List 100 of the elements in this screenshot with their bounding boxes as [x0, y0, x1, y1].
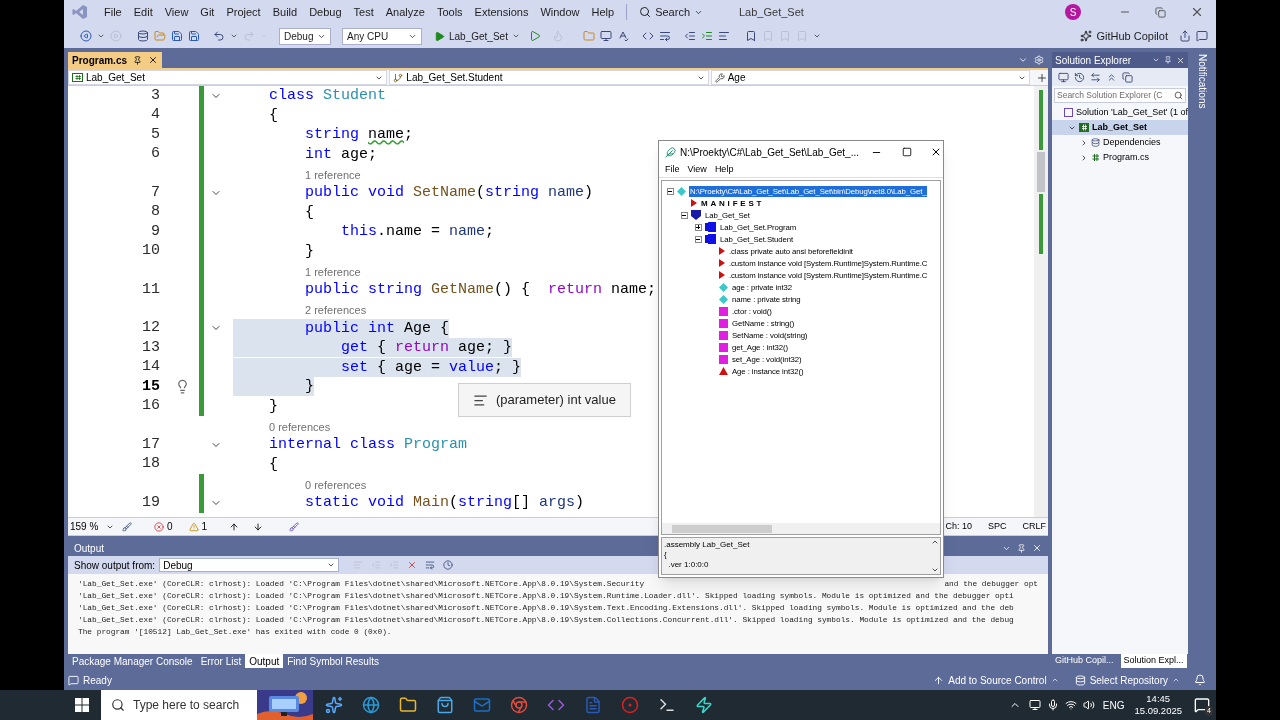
navigation-dropdown[interactable]: Age [710, 70, 1030, 85]
source-dropdown[interactable]: Debug [159, 558, 340, 572]
code-icon[interactable] [641, 30, 654, 42]
save-all-icon[interactable] [188, 30, 200, 42]
collapse-box-icon[interactable] [666, 187, 674, 195]
menu-item[interactable]: Window [534, 2, 586, 22]
zoom-dropdown[interactable]: 159 % [70, 519, 114, 534]
tree-item[interactable]: Dependencies [1052, 135, 1188, 150]
configuration-dropdown[interactable]: Debug [279, 27, 331, 45]
menu-item[interactable]: Project [220, 2, 267, 22]
tree-item[interactable]: Solution 'Lab_Get_Set' (1 of [1052, 105, 1188, 120]
collapse-all-icon[interactable] [1106, 71, 1117, 83]
mail-app-icon[interactable] [473, 696, 491, 714]
scroll-down-icon[interactable] [931, 566, 939, 574]
brush-icon[interactable] [122, 521, 132, 532]
user-avatar[interactable]: S [1065, 4, 1081, 20]
clear-icon[interactable] [407, 560, 418, 570]
tree-item[interactable]: Program.cs [1052, 150, 1188, 165]
search-field[interactable]: Type here to search [101, 690, 313, 720]
caret-icon[interactable] [1152, 56, 1160, 64]
save-icon[interactable] [171, 30, 183, 42]
reference-count-link[interactable]: 0 references [269, 420, 331, 433]
browser-icon[interactable] [510, 696, 528, 714]
navigation-dropdown[interactable]: Lab_Get_Set.Student [389, 70, 709, 85]
line-ending[interactable]: CRLF [1022, 519, 1046, 534]
lightbulb-icon[interactable] [175, 379, 190, 395]
tree-item[interactable]: MANIFEST [700, 197, 766, 209]
pin-icon[interactable] [1164, 56, 1172, 64]
undo-icon[interactable] [213, 30, 225, 42]
language-indicator[interactable]: ENG [1102, 697, 1125, 713]
collapse-box-icon[interactable] [694, 235, 702, 243]
reference-count-link[interactable]: 1 reference [305, 168, 361, 181]
menu-item[interactable]: Help [710, 163, 738, 177]
terminal-icon[interactable] [658, 696, 676, 714]
menu-item[interactable]: File [98, 2, 128, 22]
arrow-up-icon[interactable] [229, 521, 240, 532]
search-button[interactable]: Search [633, 2, 709, 22]
repository-button[interactable]: Select Repository [1074, 672, 1180, 688]
clock-icon[interactable] [443, 560, 454, 570]
menu-item[interactable]: File [661, 163, 684, 177]
arrow-down-icon[interactable] [253, 521, 264, 532]
menu-item[interactable]: Build [266, 2, 304, 22]
lightning-icon[interactable] [695, 696, 713, 714]
sparkle-app-icon[interactable] [325, 696, 343, 714]
back-icon[interactable] [80, 30, 92, 42]
panel-tab[interactable]: Output [245, 654, 284, 668]
settings-icon[interactable] [1034, 55, 1044, 65]
start-button[interactable]: Lab_Get_Set [430, 27, 524, 45]
panel-tab[interactable]: Solution Expl... [1120, 654, 1187, 668]
sync-icon[interactable] [1090, 71, 1101, 83]
errors-indicator[interactable]: 0 [154, 519, 173, 534]
network-icon[interactable] [1064, 699, 1077, 711]
close-icon[interactable] [930, 146, 942, 158]
volume-icon[interactable] [1082, 699, 1095, 711]
platform-dropdown[interactable]: Any CPU [342, 27, 422, 45]
notifications-bell-icon[interactable] [1194, 674, 1206, 686]
panel-tab[interactable]: Package Manager Console [68, 654, 197, 668]
browser-icon[interactable] [362, 696, 380, 714]
search-field[interactable]: Search Solution Explorer (C [1054, 88, 1186, 103]
warnings-indicator[interactable]: 1 [188, 519, 208, 534]
feedback-icon[interactable] [1196, 30, 1208, 42]
cursor-column[interactable]: Ch: 10 [945, 519, 972, 534]
source-control-button[interactable]: Add to Source Control [933, 672, 1059, 688]
reference-count-link[interactable]: 0 references [305, 478, 367, 491]
pin-icon[interactable] [1017, 543, 1026, 553]
document-icon[interactable] [584, 696, 602, 714]
panel-tab[interactable]: Error List [196, 654, 246, 668]
word-wrap-icon[interactable] [425, 560, 436, 570]
tree-item[interactable]: Lab_Get_Set [1052, 120, 1188, 135]
document-tab[interactable]: Program.cs [68, 52, 163, 68]
display-icon[interactable] [1028, 699, 1041, 711]
vertical-scrollbar[interactable] [1034, 86, 1048, 517]
store-icon[interactable] [436, 696, 454, 714]
caret-icon[interactable] [230, 32, 238, 40]
outdent-icon[interactable] [683, 30, 696, 42]
menu-item[interactable]: Git [194, 2, 221, 22]
horizontal-scrollbar[interactable] [662, 523, 940, 534]
bookmark-icon[interactable] [744, 30, 757, 42]
copilot-button[interactable]: GitHub Copilot [1080, 27, 1168, 45]
expand-box-icon[interactable] [694, 223, 702, 231]
history-icon[interactable] [1074, 71, 1085, 83]
split-icon[interactable] [1036, 71, 1048, 84]
window-icon[interactable] [599, 30, 612, 42]
menu-item[interactable]: Debug [303, 2, 348, 22]
show-all-files-icon[interactable] [1122, 71, 1133, 83]
wrap-icon[interactable] [658, 30, 671, 42]
menu-item[interactable]: Edit [127, 2, 159, 22]
indent-icon[interactable] [700, 30, 713, 42]
menu-item[interactable]: Help [585, 2, 621, 22]
start-icon[interactable] [75, 698, 89, 712]
scroll-up-icon[interactable] [931, 538, 939, 546]
reference-count-link[interactable]: 2 references [305, 304, 367, 316]
caret-icon[interactable] [812, 32, 821, 40]
microphone-icon[interactable] [1046, 699, 1059, 711]
run-without-debugging-icon[interactable] [528, 30, 541, 42]
panel-tab[interactable]: GitHub Copil... [1052, 654, 1117, 668]
indent-mode[interactable]: SPC [987, 519, 1007, 534]
menu-item[interactable]: View [158, 2, 195, 22]
menu-item[interactable]: Analyze [379, 2, 431, 22]
caret-icon[interactable] [97, 32, 105, 40]
